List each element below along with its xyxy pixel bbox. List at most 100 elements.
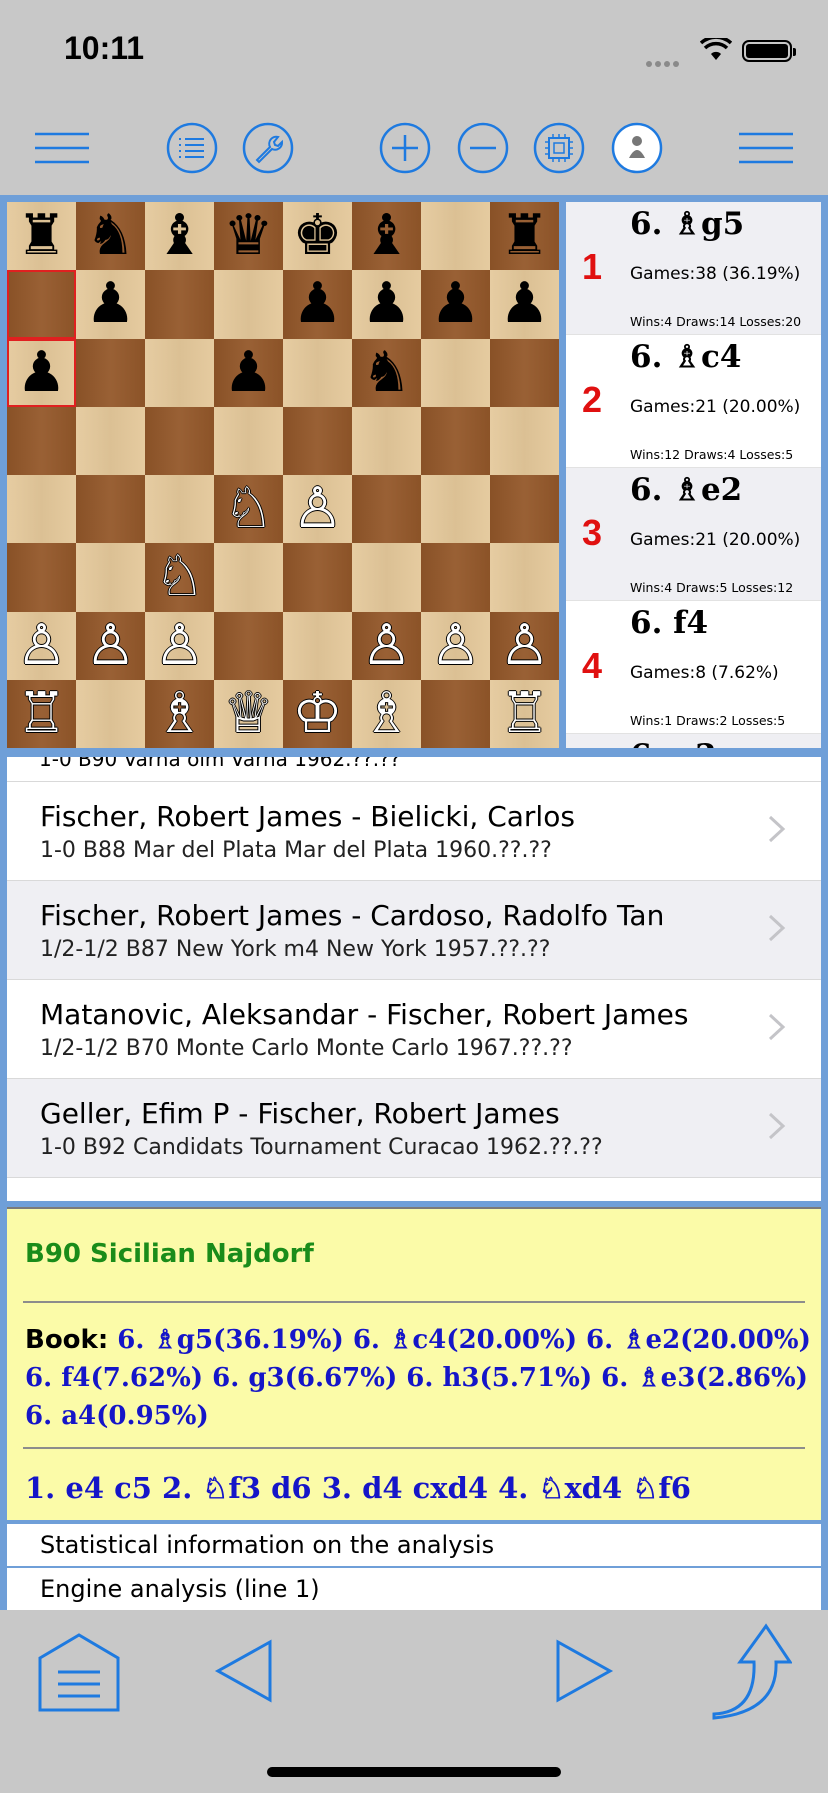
board-square[interactable]: [352, 543, 421, 612]
board-square[interactable]: [145, 475, 214, 544]
board-square[interactable]: [283, 543, 352, 612]
board-square[interactable]: ♞: [352, 338, 421, 407]
board-square[interactable]: [7, 406, 76, 475]
board-square[interactable]: ♙: [352, 611, 421, 680]
home-menu-icon[interactable]: [36, 1632, 122, 1718]
board-square[interactable]: [421, 202, 490, 271]
chess-piece[interactable]: ♟: [16, 344, 66, 401]
menu-icon[interactable]: [736, 120, 796, 176]
chess-piece[interactable]: ♜: [16, 208, 66, 264]
chess-piece[interactable]: ♚: [292, 208, 342, 264]
board-square[interactable]: [283, 611, 352, 680]
game-list[interactable]: 1-0 B90 Varna olm Varna 1962.??.?? Fisch…: [7, 757, 821, 1201]
board-square[interactable]: ♜: [490, 202, 559, 271]
board-square[interactable]: ♙: [421, 611, 490, 680]
candidate-move[interactable]: 6. f4 4 Games:8 (7.62%) Wins:1 Draws:2 Loss…: [566, 601, 821, 734]
candidate-move[interactable]: 6. g3: [566, 734, 821, 748]
board-square[interactable]: ♙: [283, 475, 352, 544]
board-square[interactable]: ♗: [145, 679, 214, 748]
board-square[interactable]: [352, 406, 421, 475]
chess-piece[interactable]: ♟: [292, 276, 342, 332]
list-icon[interactable]: [164, 120, 220, 176]
board-square[interactable]: ♟: [214, 338, 283, 407]
board-square[interactable]: ♟: [490, 270, 559, 339]
candidate-moves-list[interactable]: 6. ♗g5 1 Games:38 (36.19%) Wins:4 Draws:14 …: [566, 202, 821, 748]
chess-piece[interactable]: ♞: [361, 344, 411, 401]
chess-piece[interactable]: ♟: [499, 276, 549, 332]
forward-arrow-icon[interactable]: [554, 1638, 614, 1708]
board-square[interactable]: [7, 475, 76, 544]
board-square[interactable]: ♘: [145, 543, 214, 612]
board-square[interactable]: [7, 543, 76, 612]
board-square[interactable]: [76, 679, 145, 748]
minus-icon[interactable]: [455, 120, 511, 176]
chip-icon[interactable]: [531, 120, 587, 176]
board-square[interactable]: ♘: [214, 475, 283, 544]
board-square[interactable]: ♞: [76, 202, 145, 271]
wrench-icon[interactable]: [240, 120, 296, 176]
board-square[interactable]: ♙: [490, 611, 559, 680]
chess-piece[interactable]: ♗: [154, 685, 204, 742]
candidate-move[interactable]: 6. ♗e2 3 Games:21 (20.00%) Wins:4 Draws:5 L…: [566, 468, 821, 601]
candidate-move[interactable]: 6. ♗c4 2 Games:21 (20.00%) Wins:12 Draws:4 …: [566, 335, 821, 468]
engine-row[interactable]: Engine analysis (line 1): [7, 1568, 821, 1610]
board-square[interactable]: [145, 338, 214, 407]
board-square[interactable]: [490, 338, 559, 407]
chess-piece[interactable]: ♔: [292, 685, 342, 742]
board-square[interactable]: ♟: [7, 338, 76, 407]
board-square[interactable]: [421, 543, 490, 612]
board-square[interactable]: ♚: [283, 202, 352, 271]
chess-piece[interactable]: ♙: [292, 481, 342, 537]
board-square[interactable]: [352, 475, 421, 544]
board-square[interactable]: [421, 679, 490, 748]
chess-piece[interactable]: ♙: [361, 617, 411, 674]
board-square[interactable]: ♝: [145, 202, 214, 271]
board-square[interactable]: [214, 611, 283, 680]
stats-row[interactable]: Statistical information on the analysis: [7, 1524, 821, 1566]
board-square[interactable]: [214, 543, 283, 612]
board-square[interactable]: ♗: [352, 679, 421, 748]
game-row[interactable]: Fischer, Robert James - Bielicki, Carlos…: [7, 782, 821, 881]
move-line[interactable]: 1. e4 c5 2. ♘f3 d6 3. d4 cxd4 4. ♘xd4 ♘f…: [25, 1471, 691, 1505]
board-square[interactable]: [76, 338, 145, 407]
board-square[interactable]: ♖: [7, 679, 76, 748]
board-square[interactable]: ♟: [76, 270, 145, 339]
board-square[interactable]: [421, 406, 490, 475]
chess-piece[interactable]: ♙: [85, 617, 135, 674]
board-square[interactable]: ♟: [421, 270, 490, 339]
board-square[interactable]: [283, 338, 352, 407]
board-square[interactable]: ♙: [76, 611, 145, 680]
chess-piece[interactable]: ♗: [361, 685, 411, 742]
board-square[interactable]: [490, 475, 559, 544]
chess-piece[interactable]: ♘: [223, 481, 273, 537]
board-square[interactable]: [214, 270, 283, 339]
share-arrow-icon[interactable]: [710, 1620, 793, 1724]
board-square[interactable]: ♙: [7, 611, 76, 680]
chess-piece[interactable]: ♘: [154, 549, 204, 605]
board-square[interactable]: ♔: [283, 679, 352, 748]
book-moves[interactable]: Book: 6. ♗g5(36.19%) 6. ♗c4(20.00%) 6. ♗…: [25, 1321, 815, 1435]
board-square[interactable]: [145, 270, 214, 339]
board-square[interactable]: [76, 406, 145, 475]
board-square[interactable]: ♜: [7, 202, 76, 271]
board-square[interactable]: ♟: [352, 270, 421, 339]
chess-piece[interactable]: ♜: [499, 208, 549, 264]
chess-piece[interactable]: ♝: [361, 208, 411, 264]
game-row[interactable]: Fischer, Robert James - Cardoso, Radolfo…: [7, 881, 821, 980]
user-icon[interactable]: [609, 120, 665, 176]
board-square[interactable]: [421, 475, 490, 544]
game-row[interactable]: Matanovic, Aleksandar - Fischer, Robert …: [7, 980, 821, 1079]
board-square[interactable]: ♝: [352, 202, 421, 271]
board-square[interactable]: [76, 475, 145, 544]
board-square[interactable]: [490, 543, 559, 612]
chess-piece[interactable]: ♙: [154, 617, 204, 674]
chess-piece[interactable]: ♞: [85, 208, 135, 264]
chess-board[interactable]: ♜ ♞ ♝ ♛ ♚ ♝ ♜ ♟ ♟ ♟ ♟ ♟ ♟ ♟ ♞ ♘ ♙ ♘ ♙ ♙ ♙ ♙ ♙ ♙ ♖ ♗ ♕ ♔ ♗ ♖: [7, 202, 559, 748]
chess-piece[interactable]: ♖: [499, 685, 549, 742]
board-square[interactable]: [283, 406, 352, 475]
board-square[interactable]: [421, 338, 490, 407]
chess-piece[interactable]: ♟: [361, 276, 411, 332]
plus-icon[interactable]: [377, 120, 433, 176]
board-square[interactable]: ♕: [214, 679, 283, 748]
chess-piece[interactable]: ♟: [430, 276, 480, 332]
